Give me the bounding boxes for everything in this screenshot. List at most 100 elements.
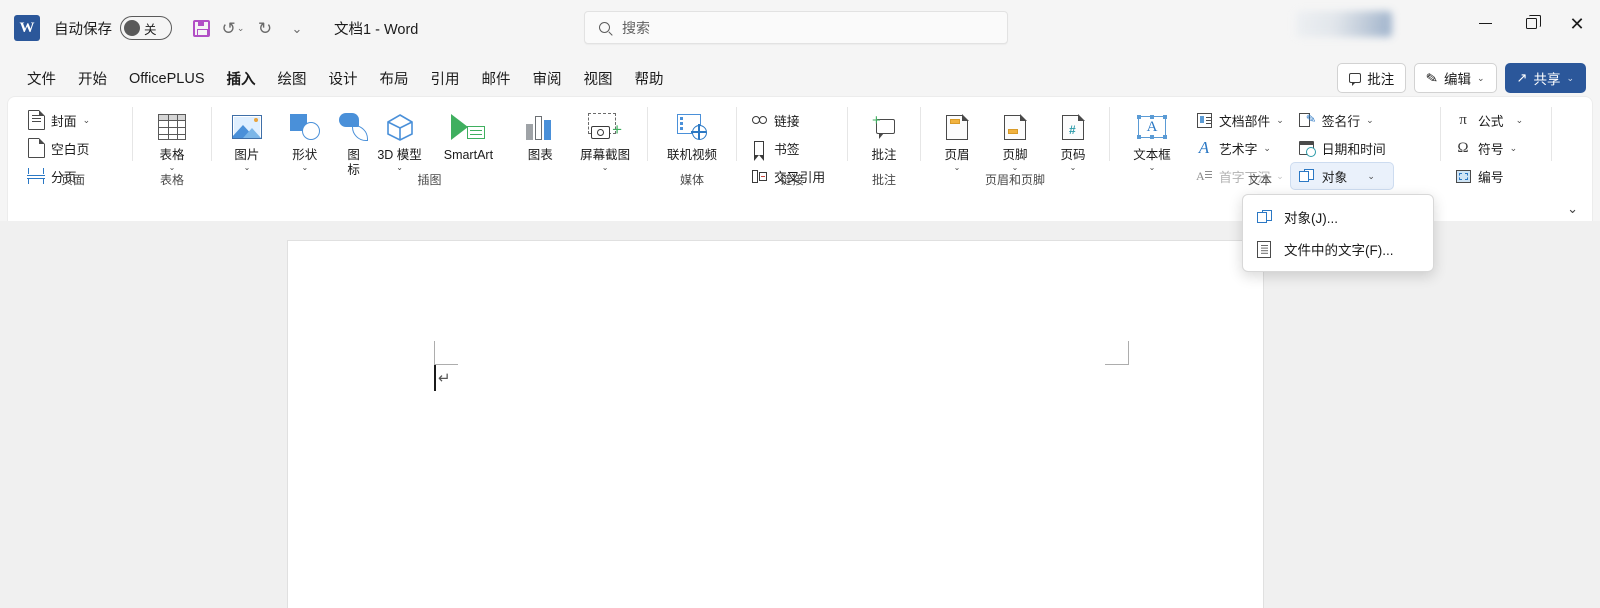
icons-icon [338, 109, 369, 145]
comments-label: 批注 [1367, 72, 1395, 87]
insert-symbol-button[interactable]: Ω 符号 ⌄ [1447, 135, 1530, 161]
picture-icon [231, 109, 262, 145]
search-container: 搜索 [584, 11, 1008, 44]
group-label-links: 链接 [779, 173, 804, 187]
screenshot-camera-icon: + [588, 109, 622, 145]
chevron-down-icon: ⌄ [1276, 114, 1284, 125]
undo-button[interactable]: ↺ ⌄ [218, 13, 248, 43]
wordart-label: 艺术字 [1219, 141, 1258, 157]
group-label-table: 表格 [159, 173, 184, 187]
ribbon-tab-strip: 文件 开始 OfficePLUS 插入 绘图 设计 布局 引用 邮件 审阅 视图… [0, 60, 1600, 99]
insert-equation-button[interactable]: π 公式 ⌄ [1447, 107, 1530, 133]
autosave-knob-icon [124, 20, 140, 36]
ribbon-group-table: 表格 ⌄ 表格 [133, 97, 211, 191]
menu-item-object[interactable]: 对象(J)... [1243, 201, 1433, 233]
chevron-down-icon: ⌄ [1566, 72, 1574, 83]
chevron-down-icon: ⌄ [291, 20, 303, 36]
tab-design[interactable]: 设计 [318, 64, 369, 93]
paragraph-mark: ↵ [438, 370, 451, 387]
tab-draw[interactable]: 绘图 [267, 64, 318, 93]
menu-item-text-from-file[interactable]: 文件中的文字(F)... [1243, 233, 1433, 265]
editing-label: 编辑 [1444, 72, 1471, 87]
undo-chevron-down-icon[interactable]: ⌄ [237, 23, 245, 34]
restore-button[interactable] [1508, 0, 1554, 47]
editing-mode-button[interactable]: ✎ 编辑 ⌄ [1414, 63, 1497, 93]
header-icon [946, 109, 969, 145]
share-label: 共享 [1533, 72, 1561, 87]
customize-quick-access-toolbar-button[interactable]: ⌄ [282, 13, 312, 43]
object-dropdown-menu: 对象(J)... 文件中的文字(F)... [1242, 194, 1434, 272]
group-label-text: 文本 [1247, 173, 1272, 187]
new-comment-label: 批注 [871, 148, 897, 162]
wordart-icon: A [1198, 138, 1210, 157]
close-button[interactable]: ✕ [1554, 0, 1600, 47]
bookmark-label: 书签 [774, 141, 800, 157]
chevron-down-icon: ⌄ [82, 114, 91, 125]
collapse-ribbon-button[interactable]: ⌄ [1567, 201, 1578, 217]
insert-bookmark-button[interactable]: 书签 [743, 135, 832, 161]
number-label: 编号 [1478, 169, 1504, 185]
insert-link-button[interactable]: 链接 [743, 107, 832, 133]
ribbon-group-text: A 文本框 ⌄ 文档部件 ⌄ A 艺术字 ⌄ A 首字下沉 ⌄ ✎ 签名行 ⌄ … [1110, 97, 1440, 191]
margin-marker-top-left [434, 341, 458, 365]
screenshot-label: 屏幕截图 [580, 148, 631, 162]
share-button[interactable]: ↗ 共享 ⌄ [1504, 63, 1586, 93]
footer-icon [1004, 109, 1027, 145]
wordart-button[interactable]: A 艺术字 ⌄ [1188, 135, 1291, 161]
cube-3d-icon [386, 109, 414, 145]
minimize-button[interactable] [1462, 0, 1508, 47]
signature-line-label: 签名行 [1321, 113, 1361, 129]
comments-button[interactable]: 批注 [1337, 63, 1407, 93]
insert-number-button[interactable]: 编号 [1447, 163, 1530, 189]
number-icon [1454, 169, 1472, 183]
tab-mailings[interactable]: 邮件 [471, 64, 522, 93]
ribbon-group-comments: + 批注 批注 [848, 97, 920, 191]
blank-page-label: 空白页 [51, 141, 90, 157]
tab-view[interactable]: 视图 [573, 64, 624, 93]
word-logo-icon: W [14, 15, 40, 41]
ribbon-group-illustrations: 图片 ⌄ 形状 ⌄ 图标 3D 模型 ⌄ SmartArt 图表 + 屏幕截图 … [212, 97, 647, 191]
signature-line-button[interactable]: ✎ 签名行 ⌄ [1291, 107, 1393, 133]
blank-page-button[interactable]: 空白页 [20, 135, 97, 161]
tab-review[interactable]: 审阅 [522, 64, 573, 93]
autosave-label: 自动保存 [54, 21, 112, 38]
quick-parts-button[interactable]: 文档部件 ⌄ [1188, 107, 1291, 133]
document-title: 文档1 - Word [334, 21, 419, 38]
search-input[interactable]: 搜索 [584, 11, 1008, 44]
group-separator [1551, 107, 1552, 161]
cover-page-button[interactable]: 封面 ⌄ [20, 107, 97, 133]
document-page[interactable]: ↵ [288, 241, 1263, 608]
group-label-comments: 批注 [871, 173, 896, 187]
tab-layout[interactable]: 布局 [369, 64, 420, 93]
date-time-label: 日期和时间 [1321, 141, 1386, 157]
page-number-icon: # [1062, 109, 1085, 145]
redo-button[interactable]: ↻ [250, 13, 280, 43]
header-label: 页眉 [944, 148, 970, 162]
ribbon-right-actions: 批注 ✎ 编辑 ⌄ ↗ 共享 ⌄ [1337, 63, 1586, 93]
object-icon [1255, 210, 1273, 224]
tab-references[interactable]: 引用 [420, 64, 471, 93]
tab-officeplus[interactable]: OfficePLUS [118, 67, 216, 91]
document-canvas[interactable]: ↵ Baidu经验 jingyan.baidu.com 7号游戏网 ~ ZHAO… [0, 221, 1600, 608]
quick-access-toolbar: ↺ ⌄ ↻ ⌄ [186, 13, 312, 43]
ribbon-group-media: 联机视频 媒体 [648, 97, 736, 191]
ribbon-group-links: 链接 书签 交叉引用 链接 [737, 97, 847, 191]
ribbon-group-pages: 封面 ⌄ 空白页 分页 页面 [14, 97, 132, 191]
tab-home[interactable]: 开始 [67, 64, 118, 93]
undo-icon: ↺ [221, 18, 236, 38]
tab-help[interactable]: 帮助 [624, 64, 675, 93]
menu-item-text-from-file-label: 文件中的文字(F)... [1284, 243, 1394, 258]
online-video-icon [677, 109, 707, 145]
picture-label: 图片 [234, 148, 260, 162]
date-time-button[interactable]: 日期和时间 [1291, 135, 1393, 161]
autosave-toggle[interactable]: 关 [120, 16, 172, 40]
text-cursor [434, 365, 436, 391]
link-label: 链接 [774, 113, 800, 129]
tab-insert[interactable]: 插入 [216, 64, 267, 99]
word-application-window: W 自动保存 关 ↺ ⌄ ↻ ⌄ 文档1 - Word 搜索 ✕ 文件 开始 O… [0, 0, 1600, 608]
tab-file[interactable]: 文件 [16, 64, 67, 93]
menu-item-object-label: 对象(J)... [1284, 211, 1338, 226]
online-video-label: 联机视频 [666, 148, 717, 162]
save-button[interactable] [186, 13, 216, 43]
account-avatar[interactable] [1296, 10, 1392, 37]
